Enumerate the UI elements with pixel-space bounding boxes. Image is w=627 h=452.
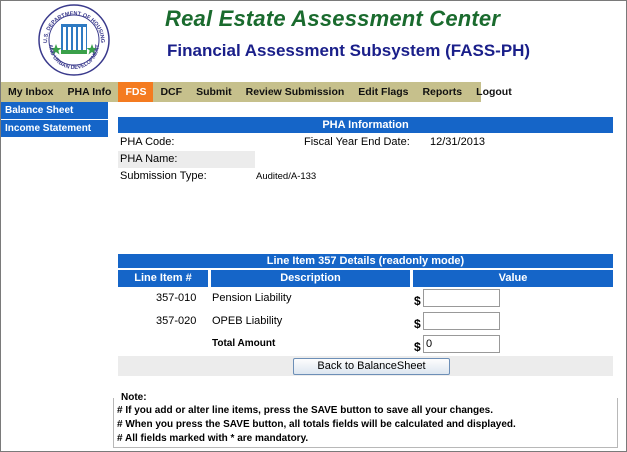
total-amount-input[interactable] [423,335,500,353]
line-item-heading: Line Item 357 Details (readonly mode) [118,254,613,268]
table-row: 357-010 Pension Liability $ [118,287,613,310]
pha-name-label: PHA Name: [120,153,178,165]
pha-information-heading: PHA Information [118,117,613,133]
page-subtitle: Financial Assessment Subsystem (FASS-PH) [167,41,531,60]
line-item-panel: Line Item 357 Details (readonly mode) Li… [118,254,613,376]
note-line: # If you add or alter line items, press … [117,405,494,416]
button-row: Back to BalanceSheet [118,356,613,376]
total-row: Total Amount $ [118,333,613,356]
currency-symbol: $ [414,340,421,354]
col-line-item: Line Item # [118,270,208,287]
top-nav: My Inbox PHA Info FDS DCF Submit Review … [1,82,512,102]
currency-symbol: $ [414,294,421,308]
note-line: # All fields marked with * are mandatory… [117,433,309,444]
back-to-balance-sheet-button[interactable]: Back to BalanceSheet [293,358,450,375]
nav-pha-info[interactable]: PHA Info [61,82,119,102]
line-item-description: Pension Liability [212,292,292,304]
pha-information-panel: PHA Information PHA Code: Fiscal Year En… [118,117,613,185]
nav-reports[interactable]: Reports [415,82,469,102]
line-item-table-header: Line Item # Description Value [118,270,613,287]
pha-code-label: PHA Code: [120,136,175,148]
col-value: Value [413,270,613,287]
nav-fds[interactable]: FDS [118,82,154,102]
nav-dcf[interactable]: DCF [153,82,189,102]
total-amount-label: Total Amount [212,338,276,349]
table-row: 357-020 OPEB Liability $ [118,310,613,333]
sidebar-item-balance-sheet[interactable]: Balance Sheet [1,102,108,120]
line-item-code: 357-010 [156,292,197,304]
submission-type-label: Submission Type: [120,170,207,182]
note-legend: Note: [118,392,150,403]
sidebar-item-income-statement[interactable]: Income Statement [1,120,108,138]
note-line: # When you press the SAVE button, all to… [117,419,516,430]
currency-symbol: $ [414,317,421,331]
nav-my-inbox[interactable]: My Inbox [1,82,61,102]
hud-logo: U.S. DEPARTMENT OF HOUSING AND URBAN DEV… [38,4,110,76]
nav-edit-flags[interactable]: Edit Flags [351,82,415,102]
line-item-description: OPEB Liability [212,315,283,327]
col-description: Description [211,270,410,287]
nav-submit[interactable]: Submit [189,82,239,102]
fiscal-year-end-value: 12/31/2013 [430,136,486,148]
page-title: Real Estate Assessment Center [165,6,501,31]
submission-type-value: Audited/A-133 [256,171,317,182]
nav-review-submission[interactable]: Review Submission [239,82,352,102]
opeb-liability-input[interactable] [423,312,500,330]
fiscal-year-end-label: Fiscal Year End Date: [304,136,410,148]
line-item-code: 357-020 [156,315,197,327]
pension-liability-input[interactable] [423,289,500,307]
sidebar: Balance Sheet Income Statement [1,102,108,138]
nav-logout[interactable]: Logout [469,82,519,102]
